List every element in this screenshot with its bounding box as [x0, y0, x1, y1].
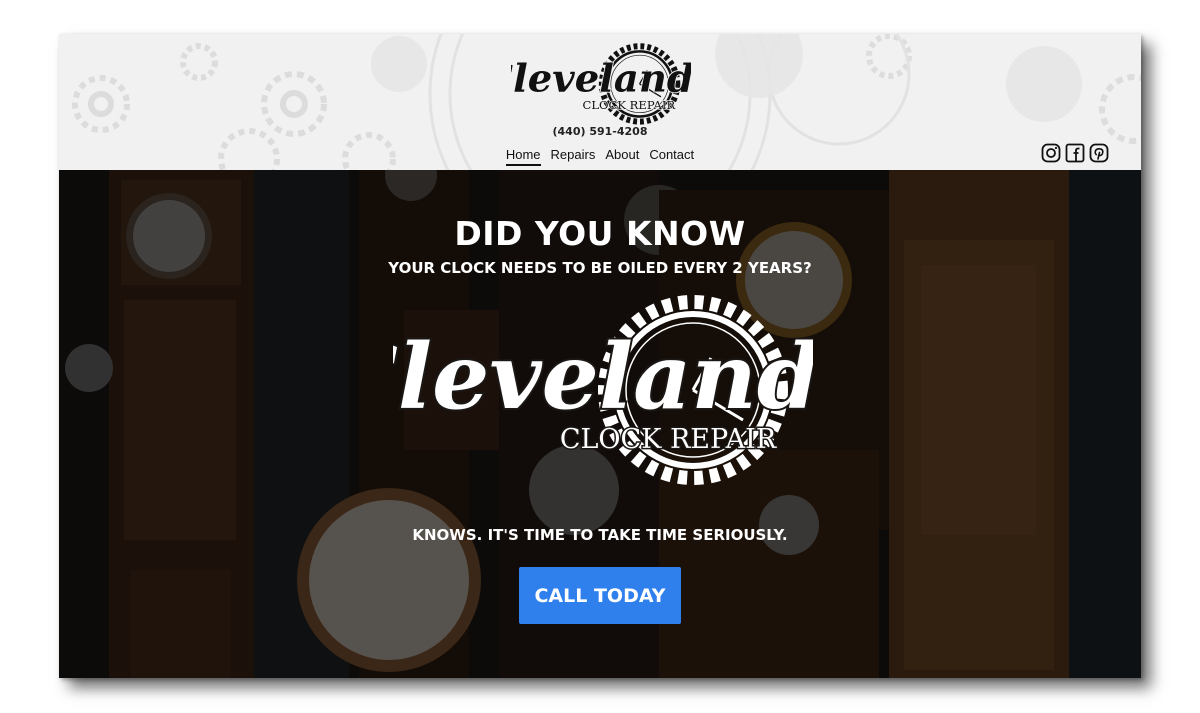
- website-screenshot: Cleveland CLOCK REPAIR (440) 591-4208 Ho…: [59, 34, 1141, 678]
- pinterest-icon[interactable]: [1089, 143, 1109, 163]
- nav-repairs[interactable]: Repairs: [551, 147, 596, 166]
- nav-about[interactable]: About: [605, 147, 639, 166]
- main-nav: Home Repairs About Contact: [59, 147, 1141, 166]
- hero-subtitle: YOUR CLOCK NEEDS TO BE OILED EVERY 2 YEA…: [388, 259, 812, 277]
- hero-title: DID YOU KNOW: [454, 214, 746, 253]
- call-today-button[interactable]: CALL TODAY: [519, 567, 681, 624]
- phone-number[interactable]: (440) 591-4208: [59, 125, 1141, 138]
- svg-text:CLOCK REPAIR: CLOCK REPAIR: [560, 424, 777, 455]
- hero-logo: Cleveland CLOCK REPAIR: [393, 295, 813, 485]
- nav-contact[interactable]: Contact: [649, 147, 694, 166]
- svg-text:Cleveland: Cleveland: [511, 57, 691, 102]
- instagram-icon[interactable]: [1041, 143, 1061, 163]
- hero-section: DID YOU KNOW YOUR CLOCK NEEDS TO BE OILE…: [59, 170, 1141, 678]
- social-links: [1041, 143, 1109, 163]
- site-header: Cleveland CLOCK REPAIR (440) 591-4208 Ho…: [59, 34, 1141, 170]
- svg-text:CLOCK REPAIR: CLOCK REPAIR: [583, 98, 676, 112]
- hero-tagline: KNOWS. IT'S TIME TO TAKE TIME SERIOUSLY.: [412, 526, 788, 544]
- svg-text:Cleveland: Cleveland: [393, 324, 813, 430]
- nav-home[interactable]: Home: [505, 147, 541, 166]
- site-logo[interactable]: Cleveland CLOCK REPAIR: [511, 40, 691, 130]
- facebook-icon[interactable]: [1065, 143, 1085, 163]
